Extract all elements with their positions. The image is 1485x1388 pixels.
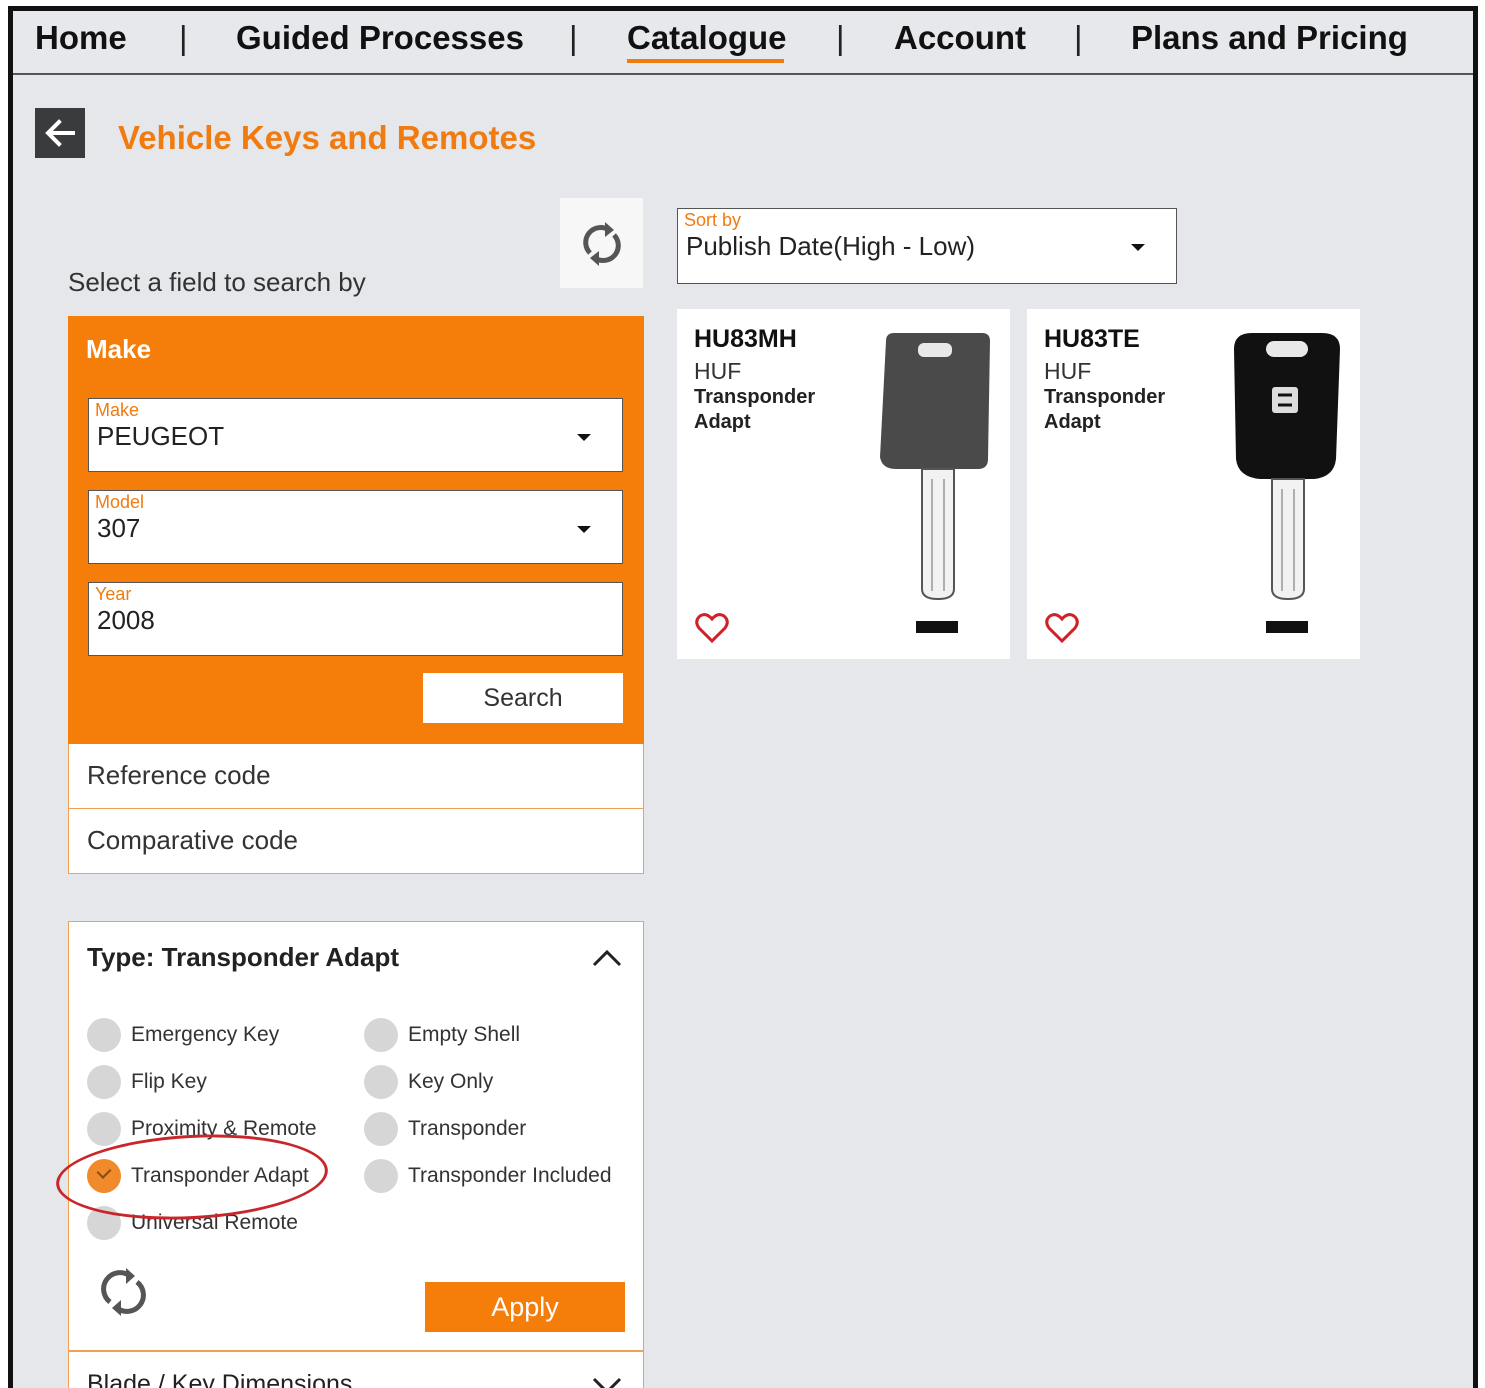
radio-dot (364, 1112, 398, 1146)
make-search-panel: Make Make PEUGEOT Model 307 Year 2008 Se… (68, 316, 644, 744)
year-input[interactable]: Year 2008 (88, 582, 623, 656)
radio-dot (87, 1018, 121, 1052)
caret-down-icon (577, 434, 591, 441)
refresh-icon[interactable] (99, 1260, 149, 1322)
nav-plans-and-pricing[interactable]: Plans and Pricing (1131, 19, 1408, 57)
nav-guided-processes[interactable]: Guided Processes (236, 19, 524, 57)
caret-down-icon (1131, 244, 1145, 251)
option-label: Transponder (408, 1117, 527, 1140)
back-button[interactable] (35, 108, 85, 158)
app-frame: Home | Guided Processes | Catalogue | Ac… (8, 6, 1478, 1388)
product-type: Transponder Adapt (694, 386, 816, 433)
sort-value: Publish Date(High - Low) (686, 231, 976, 261)
radio-dot (87, 1112, 121, 1146)
option-label: Key Only (408, 1070, 494, 1093)
option-label: Empty Shell (408, 1023, 521, 1046)
option-label: Flip Key (131, 1070, 207, 1093)
page-title: Vehicle Keys and Remotes (118, 119, 537, 156)
sort-label: Sort by (684, 210, 742, 230)
nav-separator: | (836, 19, 845, 56)
year-label: Year (95, 584, 132, 604)
model-select[interactable]: Model 307 (88, 490, 623, 564)
model-value: 307 (97, 513, 141, 543)
nav-account[interactable]: Account (894, 19, 1026, 57)
product-code: HU83TE (1044, 325, 1140, 353)
nav-separator: | (569, 19, 578, 56)
product-brand: HUF (1044, 358, 1092, 384)
reference-code-label: Reference code (87, 760, 271, 790)
product-type: Transponder Adapt (1044, 386, 1166, 433)
year-value: 2008 (97, 605, 155, 635)
nav-catalogue[interactable]: Catalogue (627, 19, 787, 57)
heart-icon[interactable] (695, 612, 729, 644)
make-label: Make (95, 400, 140, 420)
product-code: HU83MH (694, 325, 797, 353)
key-blank-image (880, 333, 990, 633)
reset-search-button[interactable] (560, 198, 643, 288)
key-remote-image (1234, 333, 1340, 633)
nav-active-indicator (627, 59, 784, 63)
search-button[interactable]: Search (423, 673, 623, 723)
product-card[interactable]: HU83MH HUF Transponder Adapt (677, 309, 1010, 659)
radio-dot (364, 1065, 398, 1099)
radio-dot (364, 1018, 398, 1052)
reference-code-option[interactable]: Reference code (68, 744, 644, 809)
radio-dot (364, 1159, 398, 1193)
nav-home[interactable]: Home (35, 19, 127, 57)
refresh-icon (583, 222, 621, 266)
apply-button[interactable]: Apply (425, 1282, 625, 1332)
heart-icon[interactable] (1045, 612, 1079, 644)
blade-dimensions-header: Blade / Key Dimensions (87, 1370, 353, 1388)
option-label: Transponder Included (408, 1164, 612, 1187)
blade-dimensions-filter[interactable]: Blade / Key Dimensions (68, 1351, 644, 1388)
caret-down-icon (577, 526, 591, 533)
make-panel-header[interactable]: Make (86, 334, 151, 365)
chevron-up-icon[interactable] (591, 948, 623, 968)
nav-separator: | (179, 19, 188, 56)
top-nav: Home | Guided Processes | Catalogue | Ac… (13, 11, 1473, 75)
radio-dot (87, 1065, 121, 1099)
chevron-down-icon (592, 1377, 622, 1388)
make-value: PEUGEOT (97, 421, 225, 451)
comparative-code-option[interactable]: Comparative code (68, 809, 644, 874)
search-field-prompt: Select a field to search by (68, 267, 366, 297)
make-select[interactable]: Make PEUGEOT (88, 398, 623, 472)
arrow-left-icon (45, 119, 75, 147)
option-label: Emergency Key (131, 1023, 280, 1046)
sort-select[interactable]: Sort by Publish Date(High - Low) (677, 208, 1177, 284)
product-brand: HUF (694, 358, 742, 384)
product-card[interactable]: HU83TE HUF Transponder Adapt (1027, 309, 1360, 659)
type-filter-header[interactable]: Type: Transponder Adapt (87, 942, 399, 973)
nav-separator: | (1074, 19, 1083, 56)
type-filter-panel: Type: Transponder Adapt Emergency Key Em… (68, 921, 644, 1351)
model-label: Model (95, 492, 145, 512)
comparative-code-label: Comparative code (87, 825, 298, 855)
